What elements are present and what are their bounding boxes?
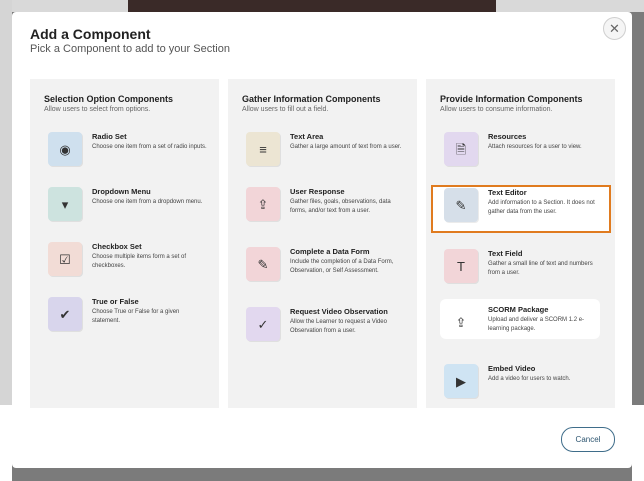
close-icon: ✕	[609, 21, 620, 36]
provide-information-items: 🗎 Resources Attach resources for a user …	[426, 79, 615, 408]
background-image	[128, 0, 496, 12]
modal-title: Add a Component	[30, 26, 151, 42]
dropdown-icon: ▾	[48, 187, 82, 221]
column-description: Allow users to select from options.	[44, 106, 151, 113]
edit-icon: ✎	[246, 247, 280, 281]
radio-icon: ◉	[48, 132, 82, 166]
text-lines-icon: ≡	[246, 132, 280, 166]
cancel-button[interactable]: Cancel	[561, 427, 615, 452]
file-upload-icon: ⇪	[444, 305, 478, 339]
pencil-icon: ✎	[444, 188, 478, 222]
file-upload-icon: ⇪	[246, 187, 280, 221]
column-description: Allow users to fill out a field.	[242, 106, 329, 113]
text-t-icon: T	[444, 249, 478, 283]
checkbox-icon: ☑	[48, 242, 82, 276]
gather-information-column: Gather Information Components Allow user…	[228, 79, 417, 408]
close-button[interactable]: ✕	[603, 17, 626, 40]
add-component-modal: Add a Component Pick a Component to add …	[12, 12, 632, 468]
selection-option-column: Selection Option Components Allow users …	[30, 79, 219, 408]
column-title: Selection Option Components	[44, 94, 174, 104]
modal-subtitle: Pick a Component to add to your Section	[30, 43, 230, 55]
background-bottom-left	[0, 405, 12, 481]
background-bottom-right	[632, 405, 644, 481]
check-circle-icon: ✓	[246, 307, 280, 341]
file-icon: 🗎	[444, 132, 478, 166]
column-title: Gather Information Components	[242, 94, 381, 104]
chat-check-icon: ✔	[48, 297, 82, 331]
play-icon: ▶	[444, 364, 478, 398]
